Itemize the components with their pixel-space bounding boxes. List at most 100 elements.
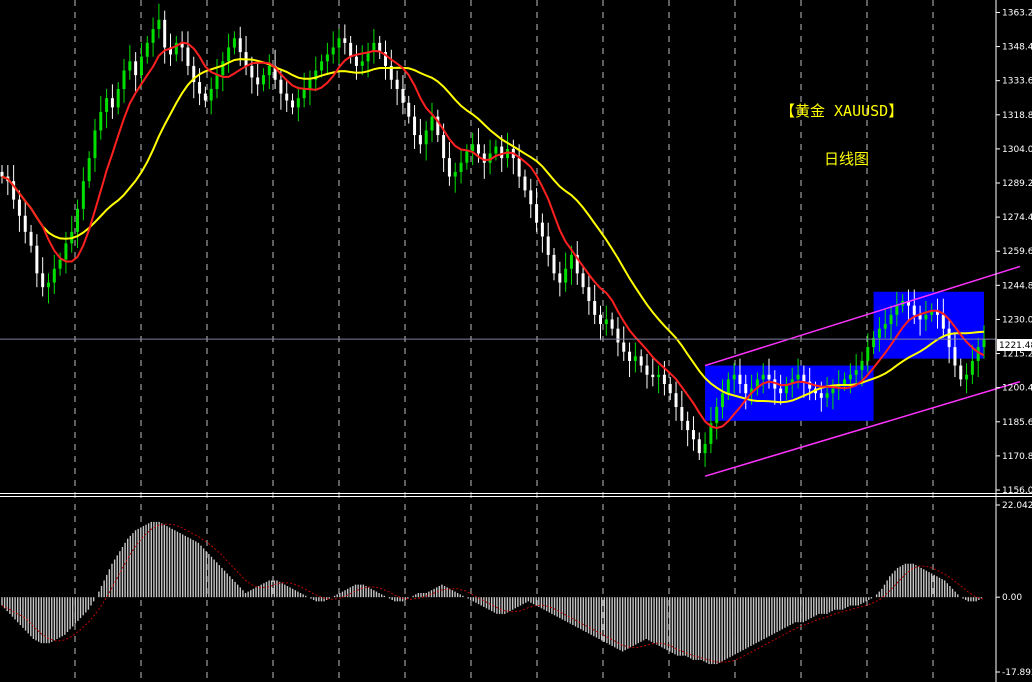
candle-body [546, 236, 550, 255]
consolidation-box [705, 365, 874, 421]
candle-body [767, 374, 771, 380]
candle-body [250, 65, 254, 78]
price-tick-label: 1230.00 [1002, 315, 1032, 325]
candle-body [41, 273, 45, 288]
candle-body [947, 328, 951, 348]
candle-body [657, 374, 661, 378]
candle-body [639, 356, 643, 366]
price-tick-label: 1304.00 [1002, 145, 1032, 155]
candle-body [680, 407, 684, 421]
candle-body [831, 388, 835, 394]
candle-body [105, 98, 109, 113]
price-tick-label: 1215.20 [1002, 350, 1032, 360]
candle-body [227, 47, 231, 62]
candle-body [569, 254, 573, 269]
current-price-label: 1221.48 [999, 341, 1032, 351]
candle-body [604, 319, 608, 325]
candle-body [151, 29, 155, 43]
candle-body [308, 79, 312, 89]
candle-body [738, 374, 742, 384]
candle-body [732, 374, 736, 380]
candle-body [825, 393, 829, 398]
candle-body [203, 93, 207, 101]
candle-body [802, 374, 806, 382]
candle-body [558, 273, 562, 283]
candle-body [691, 430, 695, 440]
candle-body [35, 245, 39, 274]
candle-body [418, 135, 422, 145]
candle-body [779, 388, 783, 394]
chart-title: 【黄金 XAUUSD】 [780, 102, 904, 120]
candle-body [982, 339, 986, 348]
candle-body [471, 144, 475, 152]
candle-body [535, 204, 539, 223]
candle-body [517, 158, 521, 177]
candle-body [238, 38, 242, 53]
candle-body [447, 158, 451, 177]
macd-tick-label: 0.00 [1002, 593, 1022, 603]
macd-tick-label: -17.892 [1002, 668, 1032, 678]
candle-body [0, 171, 4, 177]
candle-body [320, 61, 324, 71]
candle-body [186, 47, 190, 66]
candle-body [581, 273, 585, 288]
candle-body [668, 383, 672, 394]
candle-body [267, 65, 271, 76]
price-axis-ticks: 1363.20 1348.40 1333.60 1318.80 1304.00 1289.… [996, 8, 1032, 496]
candle-body [395, 79, 399, 89]
candle-body [58, 259, 62, 269]
candle-body [610, 319, 614, 329]
candle-body [221, 61, 225, 76]
candle-body [703, 443, 707, 454]
candle-body [721, 393, 725, 408]
candle-body [459, 162, 463, 172]
candle-body [285, 93, 289, 101]
candle-body [145, 42, 149, 57]
candle-body [924, 314, 928, 320]
price-tick-label: 1318.80 [1002, 111, 1032, 121]
candle-body [279, 79, 283, 94]
candle-body [215, 75, 219, 89]
candle-body [46, 282, 50, 288]
candle-body [843, 379, 847, 384]
candle-body [593, 301, 597, 315]
candle-body [76, 208, 80, 232]
candle-body [895, 305, 899, 315]
price-tick-label: 1185.60 [1002, 418, 1032, 428]
candle-body [889, 314, 893, 325]
candle-body [139, 56, 143, 76]
candle-body [761, 374, 765, 380]
candle-body [442, 135, 446, 159]
candle-body [686, 420, 690, 431]
price-tick-label: 1348.40 [1002, 43, 1032, 53]
candle-body [52, 268, 56, 283]
candle-body [407, 102, 411, 117]
panel-separator-bottom [0, 496, 1032, 497]
candle-body [360, 61, 364, 66]
price-tick-label: 1363.20 [1002, 8, 1032, 18]
candle-body [744, 383, 748, 394]
candle-body [726, 379, 730, 394]
candle-body [256, 77, 260, 85]
candle-body [87, 158, 91, 182]
candle-body [645, 365, 649, 375]
candle-body [163, 19, 167, 48]
price-tick-label: 1289.20 [1002, 179, 1032, 189]
candle-body [401, 88, 405, 103]
candle-body [331, 47, 335, 55]
candle-body [564, 268, 568, 283]
candle-body [17, 199, 21, 216]
panel-separator-top [0, 493, 1032, 494]
price-tick-label: 1259.60 [1002, 247, 1032, 257]
candle-body [209, 88, 213, 101]
macd-tick-label: 22.042 [1002, 501, 1032, 511]
consolidation-box [873, 291, 984, 359]
candle-body [848, 374, 852, 380]
candle-body [198, 82, 202, 94]
price-tick-label: 1156.00 [1002, 486, 1032, 496]
candle-body [354, 56, 358, 66]
candle-body [819, 393, 823, 398]
candle-body [674, 393, 678, 408]
candle-body [540, 222, 544, 237]
candle-body [134, 61, 138, 76]
